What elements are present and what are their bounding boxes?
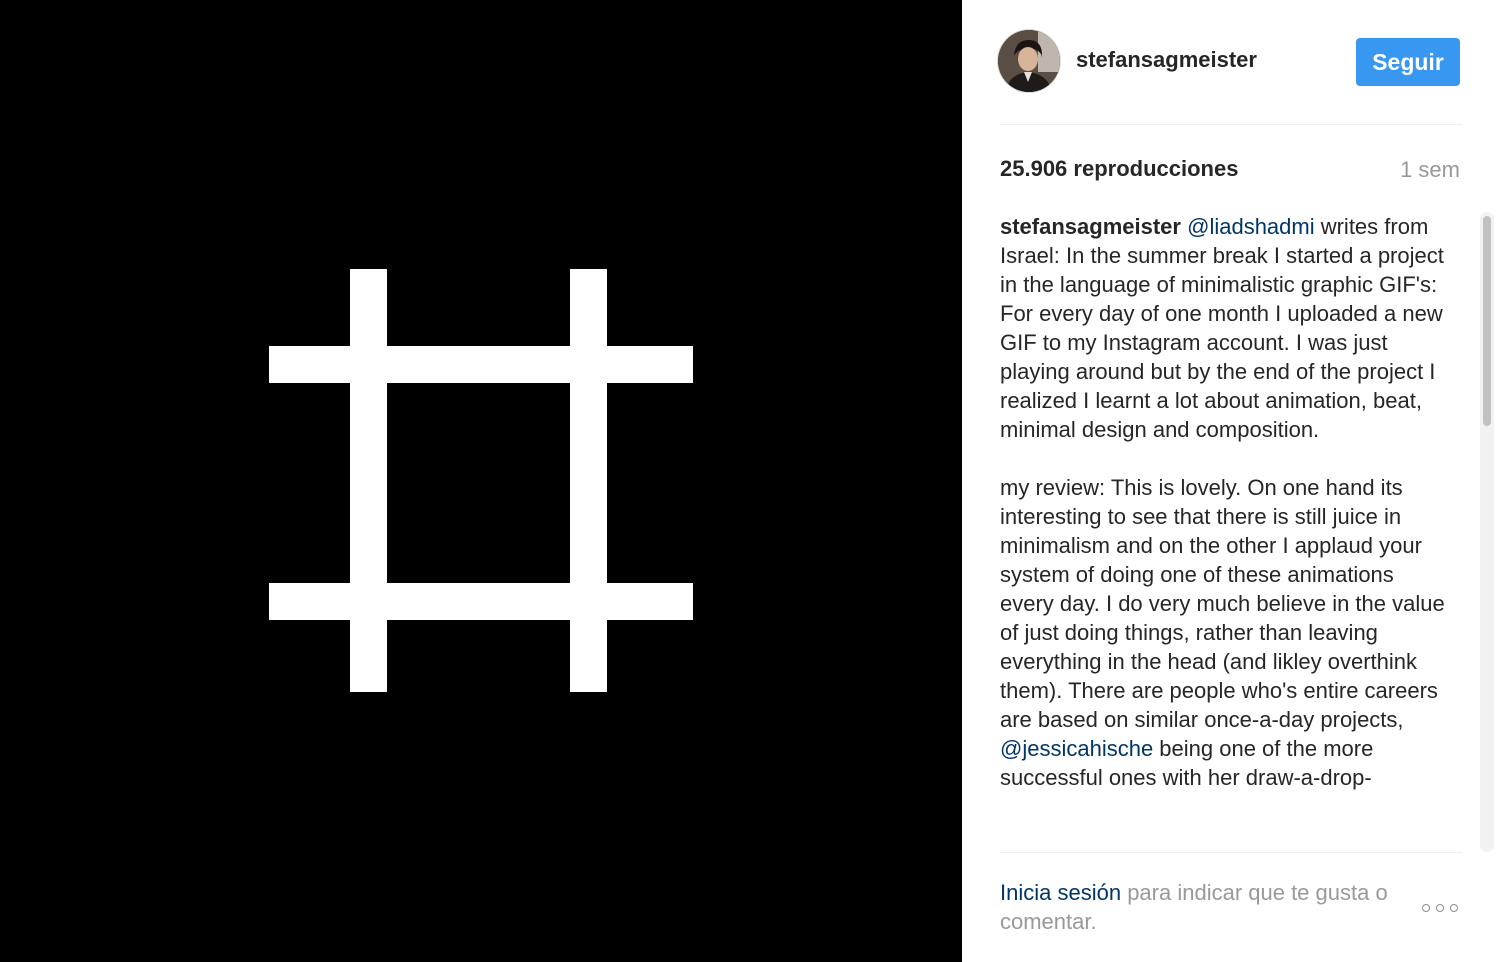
post-time[interactable]: 1 sem <box>1400 157 1460 183</box>
caption-body-1: writes from Israel: In the summer break … <box>1000 214 1445 732</box>
username[interactable]: stefansagmeister <box>1076 47 1257 73</box>
grid-bar-vertical-left <box>350 269 387 692</box>
follow-button[interactable]: Seguir <box>1356 38 1460 86</box>
comments-scrollbar[interactable] <box>1480 212 1494 852</box>
avatar[interactable] <box>998 30 1060 92</box>
caption-author[interactable]: stefansagmeister <box>1000 214 1181 239</box>
mention-liadshadmi[interactable]: @liadshadmi <box>1187 214 1315 239</box>
dot-icon <box>1436 904 1444 912</box>
view-count: 25.906 reproducciones <box>1000 156 1239 181</box>
post-header: stefansagmeister Seguir <box>998 30 1462 96</box>
dot-icon <box>1422 904 1430 912</box>
more-options-icon[interactable] <box>1422 900 1462 916</box>
post-media[interactable] <box>0 0 962 962</box>
grid-bar-horizontal-bottom <box>269 583 693 620</box>
grid-bar-vertical-right <box>570 269 607 692</box>
login-link[interactable]: Inicia sesión <box>1000 880 1121 905</box>
mention-jessicahische[interactable]: @jessicahische <box>1000 736 1153 761</box>
dot-icon <box>1450 904 1458 912</box>
footer-divider <box>1000 852 1462 853</box>
header-divider <box>1000 124 1462 125</box>
login-prompt: Inicia sesión para indicar que te gusta … <box>1000 878 1410 936</box>
grid-bar-horizontal-top <box>269 346 693 383</box>
post-sidebar: stefansagmeister Seguir 25.906 reproducc… <box>962 0 1500 962</box>
caption-area: stefansagmeister @liadshadmi writes from… <box>1000 212 1452 852</box>
caption-text: stefansagmeister @liadshadmi writes from… <box>1000 212 1452 792</box>
profile-photo-icon <box>998 30 1060 92</box>
scrollbar-thumb[interactable] <box>1483 216 1491 426</box>
